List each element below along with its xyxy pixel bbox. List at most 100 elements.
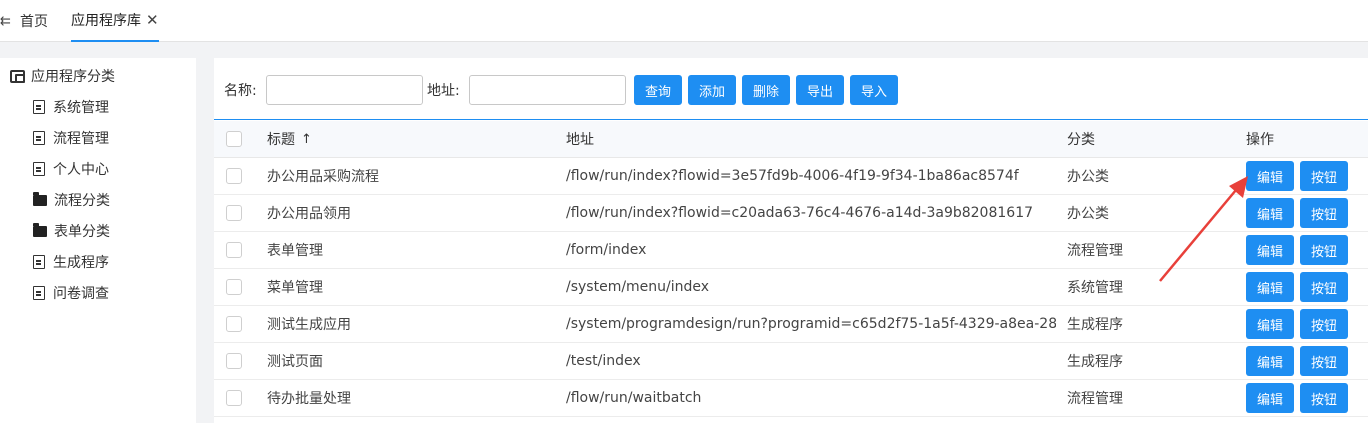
tree-item-label: 生成程序 [53,255,109,271]
row-select-cell [226,158,242,194]
menu-collapse-icon[interactable]: ⇇ [0,14,14,29]
folder-icon [33,191,47,206]
tree-root-label: 应用程序分类 [31,69,115,85]
address-label: 地址: [427,83,460,99]
tab-home-label: 首页 [20,14,48,30]
table-row[interactable]: 待办批量处理/flow/run/waitbatch 流程管理 编辑 按钮 [214,380,1368,417]
tree-item-label: 表单分类 [54,224,110,240]
document-icon [33,255,45,269]
table-body: 办公用品采购流程/flow/run/index?flowid=3e57fd9b-… [214,158,1368,417]
edit-button[interactable]: 编辑 [1246,346,1294,376]
name-label: 名称: [224,83,257,99]
name-input[interactable] [266,75,423,105]
row-operations: 编辑 按钮 [1246,343,1354,379]
row-operations: 编辑 按钮 [1246,306,1354,342]
row-select-cell [226,306,242,342]
document-icon [33,286,45,300]
import-button[interactable]: 导入 [850,75,898,105]
address-input[interactable] [469,75,626,105]
action-button[interactable]: 按钮 [1300,346,1348,376]
column-operations: 操作 [1246,132,1274,148]
select-all-checkbox[interactable] [226,131,242,147]
export-button[interactable]: 导出 [796,75,844,105]
tab-home[interactable]: ⇇ 首页 [0,0,48,42]
table-row[interactable]: 办公用品领用/flow/run/index?flowid=c20ada63-76… [214,195,1368,232]
row-title: 测试页面 [267,354,323,370]
edit-button[interactable]: 编辑 [1246,235,1294,265]
tree-item-label: 流程分类 [54,193,110,209]
row-address: /test/index [566,353,641,369]
row-checkbox[interactable] [226,390,242,406]
tree-item-system[interactable]: 系统管理 [33,97,109,117]
row-title: 办公用品采购流程 [267,169,379,185]
row-address: /form/index [566,242,647,258]
row-address: /flow/run/index?flowid=3e57fd9b-4006-4f1… [566,168,1019,184]
sort-ascending-icon[interactable]: ↑ [301,132,312,147]
row-checkbox[interactable] [226,168,242,184]
action-button[interactable]: 按钮 [1300,235,1348,265]
row-operations: 编辑 按钮 [1246,269,1354,305]
edit-button[interactable]: 编辑 [1246,161,1294,191]
tab-app-library[interactable]: 应用程序库 ✕ [71,0,159,42]
row-select-cell [226,343,242,379]
tree-item-flow-management[interactable]: 流程管理 [33,128,109,148]
tree-item-survey[interactable]: 问卷调查 [33,283,109,303]
row-category: 流程管理 [1067,243,1123,259]
row-address: /system/menu/index [566,279,710,295]
row-checkbox[interactable] [226,205,242,221]
table-row[interactable]: 测试页面/test/index 生成程序 编辑 按钮 [214,343,1368,380]
tree-item-personal-center[interactable]: 个人中心 [33,159,109,179]
edit-button[interactable]: 编辑 [1246,272,1294,302]
row-title: 测试生成应用 [267,317,351,333]
edit-button[interactable]: 编辑 [1246,383,1294,413]
tree-item-label: 个人中心 [53,162,109,178]
row-checkbox[interactable] [226,279,242,295]
wallet-icon [10,69,25,83]
table-row[interactable]: 办公用品采购流程/flow/run/index?flowid=3e57fd9b-… [214,158,1368,195]
tree-item-flow-category[interactable]: 流程分类 [33,190,110,210]
document-icon [33,100,45,114]
column-title[interactable]: 标题 ↑ [267,121,557,157]
table-row[interactable]: 表单管理/form/index 流程管理 编辑 按钮 [214,232,1368,269]
edit-button[interactable]: 编辑 [1246,309,1294,339]
row-category: 生成程序 [1067,354,1123,370]
row-category: 系统管理 [1067,280,1123,296]
tab-bar: ⇇ 首页 应用程序库 ✕ [0,0,1368,42]
delete-button[interactable]: 删除 [742,75,790,105]
tree-item-label: 流程管理 [53,131,109,147]
column-category: 分类 [1067,132,1095,148]
table-header: 标题 ↑ 地址 分类 操作 [214,121,1368,158]
row-title: 菜单管理 [267,280,323,296]
row-checkbox[interactable] [226,316,242,332]
document-icon [33,162,45,176]
action-button[interactable]: 按钮 [1300,383,1348,413]
action-button[interactable]: 按钮 [1300,161,1348,191]
document-icon [33,131,45,145]
action-button[interactable]: 按钮 [1300,309,1348,339]
row-operations: 编辑 按钮 [1246,232,1354,268]
search-bar: 名称: 地址: 查询 添加 删除 导出 导入 [214,58,1368,120]
row-category: 办公类 [1067,169,1109,185]
table-row[interactable]: 菜单管理/system/menu/index 系统管理 编辑 按钮 [214,269,1368,306]
folder-icon [33,222,47,237]
select-all-cell [226,121,242,157]
tree-item-generated-programs[interactable]: 生成程序 [33,252,109,272]
row-address: /system/programdesign/run?programid=c65d… [566,316,1056,332]
action-button[interactable]: 按钮 [1300,198,1348,228]
row-checkbox[interactable] [226,353,242,369]
row-checkbox[interactable] [226,242,242,258]
add-button[interactable]: 添加 [688,75,736,105]
category-tree: 应用程序分类 系统管理 流程管理 个人中心 流程分类 表单分类 生成程序 问卷调… [0,58,196,423]
row-category: 流程管理 [1067,391,1123,407]
tree-item-form-category[interactable]: 表单分类 [33,221,110,241]
query-button[interactable]: 查询 [634,75,682,105]
edit-button[interactable]: 编辑 [1246,198,1294,228]
main-panel: 名称: 地址: 查询 添加 删除 导出 导入 标题 ↑ 地址 分类 操作 办公用… [214,58,1368,423]
tree-root[interactable]: 应用程序分类 [10,66,115,86]
close-icon[interactable]: ✕ [146,11,159,29]
table-row[interactable]: 测试生成应用/system/programdesign/run?programi… [214,306,1368,343]
column-title-label: 标题 [267,132,295,148]
action-button[interactable]: 按钮 [1300,272,1348,302]
tree-item-label: 系统管理 [53,100,109,116]
row-address: /flow/run/waitbatch [566,390,702,406]
